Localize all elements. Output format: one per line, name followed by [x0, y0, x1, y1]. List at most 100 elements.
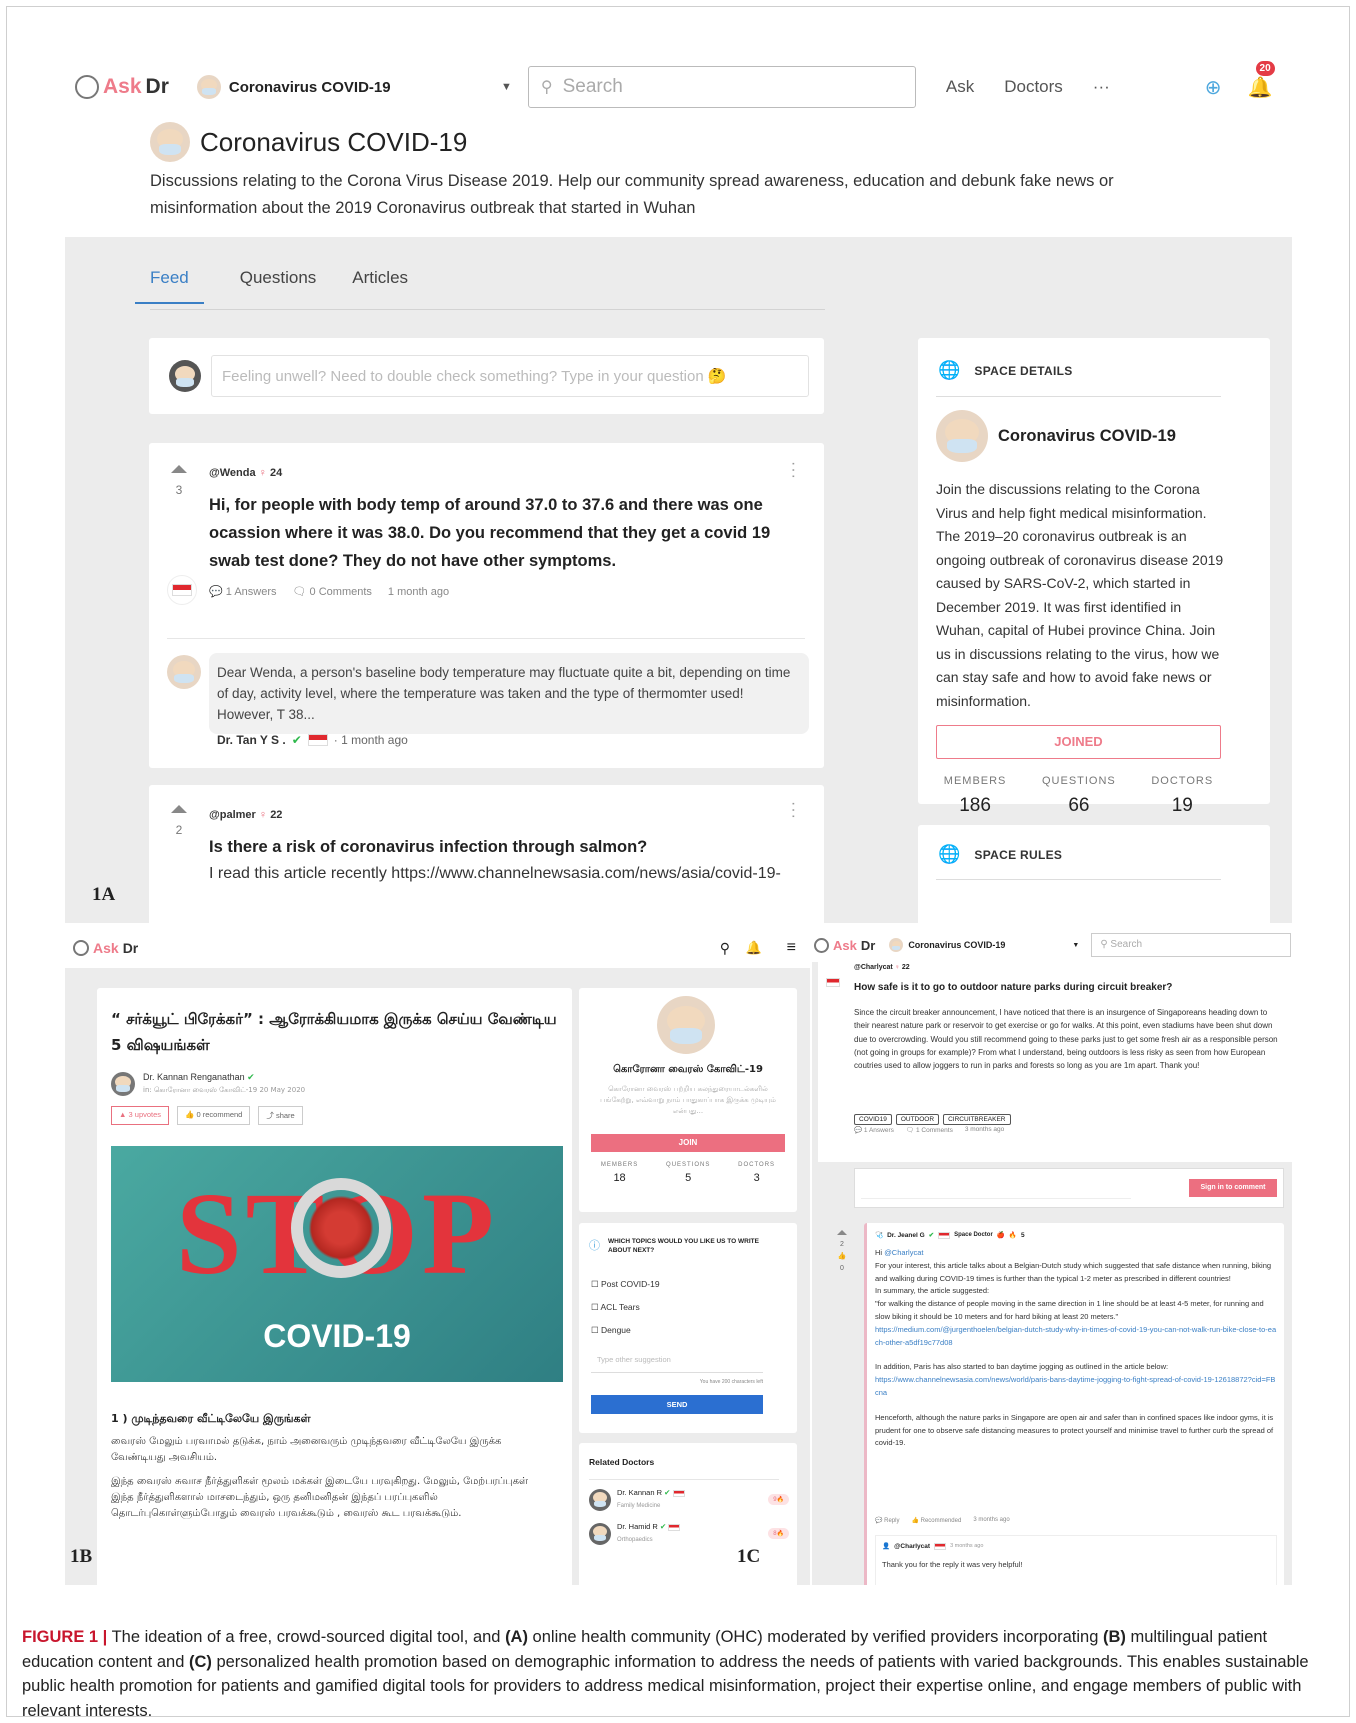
- space-title: Coronavirus COVID-19: [200, 126, 468, 157]
- send-button[interactable]: SEND: [591, 1395, 763, 1414]
- space-avatar-large: [150, 122, 190, 162]
- askdr-logo[interactable]: Ask Dr: [75, 75, 169, 99]
- menu-icon[interactable]: ≡: [787, 939, 796, 957]
- vote-control[interactable]: 3: [167, 465, 191, 497]
- article-link[interactable]: https://medium.com/@jurgenthoelen/belgia…: [875, 1324, 1277, 1350]
- ask-question-input[interactable]: Feeling unwell? Need to double check som…: [211, 355, 809, 397]
- search-icon[interactable]: ⚲: [720, 940, 730, 957]
- nav-more[interactable]: ···: [1093, 77, 1110, 97]
- divider: [167, 638, 805, 639]
- upvote-icon[interactable]: [837, 1230, 847, 1235]
- tag[interactable]: CIRCUITBREAKER: [943, 1114, 1011, 1125]
- related-doctors-card: Related Doctors Dr. Kannan R ✔ Family Me…: [579, 1443, 797, 1585]
- answers-count[interactable]: 💬 1 Answers: [209, 585, 277, 598]
- answer-author[interactable]: Dr. Tan Y S .: [217, 733, 286, 747]
- doctor-row[interactable]: Dr. Hamid R ✔ Orthopaedics 8🔥: [589, 1521, 789, 1546]
- article-source: in: கொரோனா வைரஸ் கோவிட்-19 20 May 2020: [143, 1086, 306, 1094]
- question-title[interactable]: Hi, for people with body temp of around …: [209, 491, 809, 575]
- space-stats: MEMBERS 186 QUESTIONS 66 DOCTORS 19: [926, 775, 1231, 817]
- question-title[interactable]: How safe is it to go to outdoor nature p…: [854, 982, 1172, 993]
- singapore-flag-icon: [307, 734, 328, 746]
- answer-preview[interactable]: Dear Wenda, a person's baseline body tem…: [209, 653, 809, 734]
- article-title: “ சர்க்யூட் பிரேக்கர்” : ஆரோக்கியமாக இரு…: [111, 1010, 557, 1054]
- user-icon: 👤: [882, 1543, 891, 1550]
- upvote-icon[interactable]: [171, 465, 187, 473]
- answer-actions: 💬 Reply 👍 Recommended 3 months ago: [875, 1517, 1010, 1524]
- verified-icon: ✔: [247, 1072, 255, 1082]
- section-heading: 1 ) முடிந்தவரை வீட்டிலேயே இருங்கள்: [111, 1412, 311, 1425]
- article-image: STOP COVID-19: [111, 1146, 563, 1382]
- info-icon: ⓘ: [589, 1240, 600, 1252]
- tag[interactable]: COVID19: [854, 1114, 892, 1125]
- tag[interactable]: OUTDOOR: [895, 1114, 940, 1125]
- joined-button[interactable]: JOINED: [936, 725, 1221, 759]
- singapore-flag-icon: [668, 1523, 681, 1531]
- question-post: @Charlycat ♀ 22 How safe is it to go to …: [818, 962, 1292, 1162]
- apple-icon: 🍎: [996, 1232, 1005, 1239]
- stat-members: MEMBERS 18: [600, 1162, 639, 1184]
- askdr-logo[interactable]: Ask Dr: [814, 937, 875, 953]
- comment-box: Sign in to comment: [854, 1168, 1284, 1208]
- space-dropdown[interactable]: Coronavirus COVID-19 ▼: [889, 938, 1079, 952]
- bell-icon[interactable]: 🔔: [746, 940, 762, 956]
- article-author-row: Dr. Kannan Renganathan ✔: [143, 1072, 255, 1082]
- logo-mark-icon: [73, 940, 89, 956]
- askdr-logo[interactable]: Ask Dr: [73, 940, 138, 956]
- space-title-row: Coronavirus COVID-19: [150, 122, 467, 162]
- tab-articles[interactable]: Articles: [352, 268, 408, 304]
- reply-button[interactable]: 💬 Reply: [875, 1517, 899, 1524]
- recommend-button[interactable]: 👍 0 recommend: [177, 1106, 251, 1125]
- post-author[interactable]: @Charlycat ♀ 22: [854, 964, 910, 971]
- more-options-icon[interactable]: ···: [784, 801, 802, 820]
- space-details-card: 🌐 SPACE DETAILS Coronavirus COVID-19 Join…: [918, 338, 1270, 816]
- answer-author-row: 🩺 Dr. Jeanel G ✔ Space Doctor 🍎 🔥 5: [875, 1231, 1025, 1239]
- article-link[interactable]: https://www.channelnewsasia.com/news/wor…: [875, 1374, 1277, 1400]
- ask-question-card: Feeling unwell? Need to double check som…: [149, 338, 824, 414]
- notifications-button[interactable]: 🔔 20: [1248, 60, 1275, 100]
- nav-doctors[interactable]: Doctors: [1004, 77, 1063, 97]
- share-button[interactable]: ⤴ share: [258, 1106, 303, 1125]
- search-input[interactable]: ⚲ Search: [1091, 933, 1292, 957]
- topic-options: ☐ Post COVID-19 ☐ ACL Tears ☐ Dengue: [591, 1273, 660, 1342]
- panel-label-b: 1B: [70, 1546, 93, 1567]
- answer-vote-control[interactable]: 2 👍 0: [830, 1230, 854, 1275]
- vote-control[interactable]: 2: [167, 805, 191, 837]
- comments-count[interactable]: 🗨 0 Comments: [293, 585, 372, 598]
- upvote-icon[interactable]: [171, 805, 187, 813]
- topic-checkbox[interactable]: ☐ ACL Tears: [591, 1296, 660, 1319]
- reply-author: 👤 @Charlycat 3 months ago: [882, 1542, 984, 1550]
- suggestion-input[interactable]: Type other suggestion: [591, 1351, 763, 1373]
- topic-checkbox[interactable]: ☐ Post COVID-19: [591, 1273, 660, 1296]
- search-input[interactable]: ⚲ Search: [527, 66, 916, 108]
- add-question-icon[interactable]: ⊕: [1205, 75, 1222, 100]
- topic-checkbox[interactable]: ☐ Dengue: [591, 1319, 660, 1342]
- verified-icon: ✔: [291, 733, 302, 747]
- tab-feed[interactable]: Feed: [135, 268, 204, 304]
- search-icon: ⚲: [1100, 939, 1108, 950]
- tag-list: COVID19 OUTDOOR CIRCUITBREAKER: [854, 1108, 1015, 1126]
- recommend-button[interactable]: 👍 Recommended: [911, 1517, 961, 1524]
- thumbs-up-icon[interactable]: 👍: [830, 1251, 854, 1263]
- space-details-header: 🌐 SPACE DETAILS: [938, 360, 1073, 380]
- more-options-icon[interactable]: ···: [784, 461, 802, 480]
- sign-in-button[interactable]: Sign in to comment: [1189, 1179, 1277, 1197]
- comments-count[interactable]: 🗨 1 Comments: [906, 1126, 953, 1134]
- space-dropdown[interactable]: Coronavirus COVID-19 ▼: [196, 75, 512, 99]
- tab-questions[interactable]: Questions: [240, 268, 317, 304]
- space-avatar: [657, 996, 715, 1054]
- verified-icon: ✔: [664, 1488, 671, 1497]
- post-author[interactable]: @palmer ♀ 22: [209, 809, 282, 821]
- doctor-row[interactable]: Dr. Kannan R ✔ Family Medicine 9🔥: [589, 1487, 789, 1512]
- nav-ask[interactable]: Ask: [946, 77, 974, 97]
- upvote-button[interactable]: ▲ 3 upvotes: [111, 1106, 170, 1125]
- question-title[interactable]: Is there a risk of coronavirus infection…: [209, 833, 809, 861]
- join-button[interactable]: JOIN: [591, 1134, 785, 1152]
- space-description: கொரோனா வைரஸ் பற்றிய கலந்துரையாடல்களில் ப…: [600, 1085, 776, 1115]
- comment-input[interactable]: [861, 1179, 1131, 1199]
- question-body: Since the circuit breaker announcement, …: [854, 1008, 1278, 1071]
- post-author[interactable]: @Wenda ♀ 24: [209, 467, 282, 479]
- answers-count[interactable]: 💬 1 Answers: [854, 1126, 894, 1134]
- space-about: Join the discussions relating to the Cor…: [936, 481, 1224, 709]
- verified-icon: ✔: [928, 1232, 935, 1239]
- article-paragraph: இந்த வைரஸ் சுவாச நீர்த்துளிகள் மூலம் மக்…: [111, 1476, 529, 1519]
